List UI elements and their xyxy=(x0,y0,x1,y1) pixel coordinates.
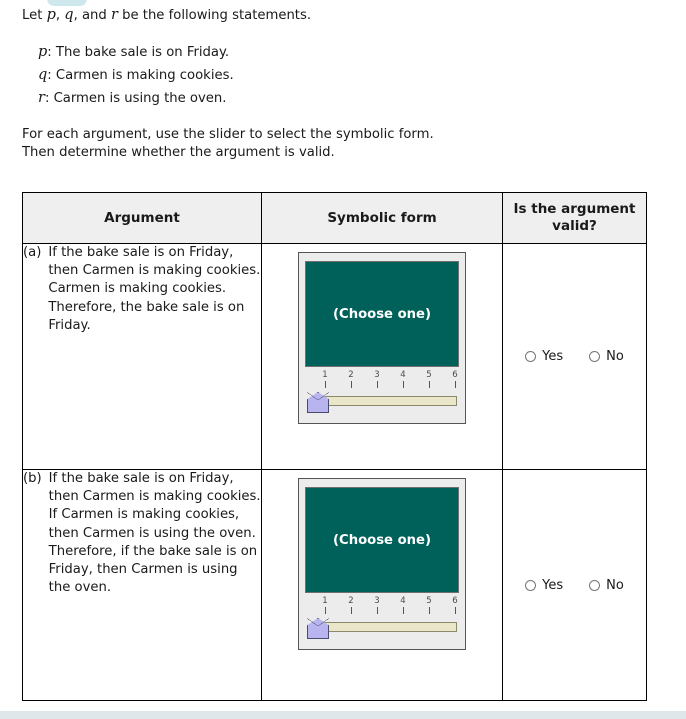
slider-tick-4-a: 4 xyxy=(398,370,408,388)
slider-tick-1-b: 1 xyxy=(320,596,330,614)
intro-var-r: r xyxy=(110,7,118,23)
slider-tick-5-a: 5 xyxy=(424,370,434,388)
radio-circle-icon[interactable] xyxy=(589,579,601,591)
radio-circle-icon[interactable] xyxy=(525,351,537,362)
radio-group-a: Yes No xyxy=(503,244,646,469)
table-body: (a) If the bake sale is on Friday, then … xyxy=(22,243,647,701)
slider-widget-a[interactable]: (Choose one) 1 2 3 4 5 6 xyxy=(298,252,466,424)
header-argument: Argument xyxy=(22,192,262,244)
table-header: Argument Symbolic form Is the argument v… xyxy=(22,192,647,244)
statement-p-var: p xyxy=(38,44,48,60)
intro-sentence: Let p, q, and r be the following stateme… xyxy=(22,7,311,24)
slider-handle-outline-b xyxy=(307,618,329,639)
radio-group-b: Yes No xyxy=(503,470,646,700)
slider-widget-b[interactable]: (Choose one) 1 2 3 4 5 6 xyxy=(298,478,466,650)
validity-cell-b: Yes No xyxy=(502,469,647,701)
radio-label-yes-a: Yes xyxy=(542,349,564,364)
radio-option-no-b[interactable]: No xyxy=(589,578,624,593)
slider-display-b: (Choose one) xyxy=(305,487,459,593)
radio-option-no-a[interactable]: No xyxy=(589,349,624,364)
top-highlight-pill xyxy=(47,0,87,6)
slider-scale-a: 1 2 3 4 5 6 xyxy=(305,370,459,392)
statement-list: p: The bake sale is on Friday. q: Carmen… xyxy=(38,41,234,110)
statement-p-text: : The bake sale is on Friday. xyxy=(47,45,230,60)
radio-label-no-a: No xyxy=(606,349,624,364)
bottom-strip xyxy=(0,711,686,719)
argument-cell-a: (a) If the bake sale is on Friday, then … xyxy=(22,243,262,470)
instructions-line-1: For each argument, use the slider to sel… xyxy=(22,127,434,142)
header-symbolic-form: Symbolic form xyxy=(261,192,503,244)
statement-p: p: The bake sale is on Friday. xyxy=(38,41,234,64)
slider-track-a[interactable] xyxy=(323,396,457,406)
slider-tick-6-a: 6 xyxy=(450,370,460,388)
radio-circle-icon[interactable] xyxy=(525,579,537,591)
argument-table: Argument Symbolic form Is the argument v… xyxy=(22,192,647,701)
instructions-line-2: Then determine whether the argument is v… xyxy=(22,144,335,160)
validity-cell-a: Yes No xyxy=(502,243,647,470)
intro-prefix: Let xyxy=(22,8,47,23)
slider-tick-4-b: 4 xyxy=(398,596,408,614)
radio-option-yes-a[interactable]: Yes xyxy=(525,349,563,364)
radio-label-yes-b: Yes xyxy=(542,577,564,593)
slider-tick-1-a: 1 xyxy=(320,370,330,388)
argument-text-b: If the bake sale is on Friday, then Carm… xyxy=(48,471,261,596)
slider-display-value-b: (Choose one) xyxy=(332,532,432,548)
slider-tick-2-b: 2 xyxy=(346,596,356,614)
symbolic-form-cell-a: (Choose one) 1 2 3 4 5 6 xyxy=(261,243,503,470)
slider-tick-2-a: 2 xyxy=(346,370,356,388)
instructions: For each argument, use the slider to sel… xyxy=(22,126,434,161)
slider-display-a: (Choose one) xyxy=(305,261,459,367)
statement-q-var: q xyxy=(38,67,48,83)
radio-circle-icon[interactable] xyxy=(589,351,601,362)
slider-handle-outline-a xyxy=(307,392,329,413)
table-row: (b) If the bake sale is on Friday, then … xyxy=(22,469,647,701)
statement-r-var: r xyxy=(38,90,45,106)
intro-var-p: p xyxy=(46,7,56,23)
intro-sep2: , and xyxy=(73,8,111,23)
argument-label-a: (a) xyxy=(23,245,42,260)
symbolic-form-cell-b: (Choose one) 1 2 3 4 5 6 xyxy=(261,469,503,701)
slider-display-value-a: (Choose one) xyxy=(332,306,432,322)
table-header-row: Argument Symbolic form Is the argument v… xyxy=(22,192,647,244)
statement-q: q: Carmen is making cookies. xyxy=(38,64,234,87)
radio-option-yes-b[interactable]: Yes xyxy=(525,578,563,593)
argument-label-b: (b) xyxy=(23,471,42,486)
intro-var-q: q xyxy=(64,7,74,23)
slider-tick-3-a: 3 xyxy=(372,370,382,388)
slider-track-b[interactable] xyxy=(323,622,457,632)
radio-label-no-b: No xyxy=(606,577,624,593)
slider-tick-3-b: 3 xyxy=(372,596,382,614)
slider-tick-5-b: 5 xyxy=(424,596,434,614)
header-is-valid-line-2: valid? xyxy=(552,218,597,234)
statement-r: r: Carmen is using the oven. xyxy=(38,87,234,110)
slider-track-row-b[interactable] xyxy=(305,618,459,640)
statement-r-text: : Carmen is using the oven. xyxy=(44,91,227,106)
argument-cell-b: (b) If the bake sale is on Friday, then … xyxy=(22,469,262,701)
intro-suffix: be the following statements. xyxy=(117,8,312,23)
header-is-valid: Is the argument valid? xyxy=(502,192,647,244)
slider-scale-b: 1 2 3 4 5 6 xyxy=(305,596,459,618)
argument-text-a: If the bake sale is on Friday, then Carm… xyxy=(48,245,261,333)
table-row: (a) If the bake sale is on Friday, then … xyxy=(22,243,647,470)
header-is-valid-line-1: Is the argument xyxy=(513,201,636,217)
statement-q-text: : Carmen is making cookies. xyxy=(47,68,234,83)
slider-tick-6-b: 6 xyxy=(450,596,460,614)
slider-track-row-a[interactable] xyxy=(305,392,459,414)
